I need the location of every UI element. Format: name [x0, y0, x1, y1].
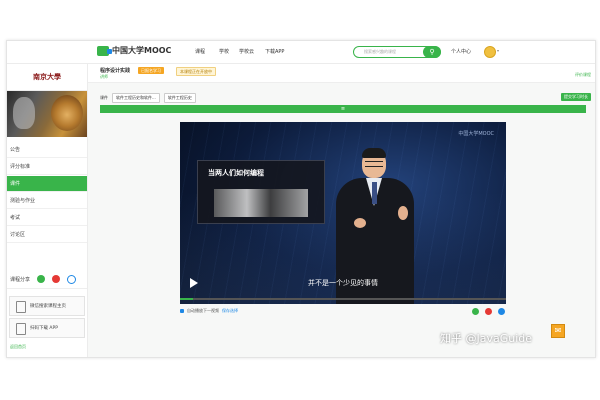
browser-frame: 中国大学MOOC 课程 学校 学校云 下载APP 搜索感兴趣的课程 ⚲ 个人中心… [6, 40, 596, 358]
presenter-left-hand [354, 218, 366, 228]
lesson-select[interactable]: 软件工程历史 [163, 93, 196, 103]
sidebar-item-announcement[interactable]: 公告 [7, 142, 87, 158]
course-title: 程序设计实践 [100, 68, 131, 74]
video-options: 自动播放下一视频 保存选择 [180, 308, 238, 314]
qq-icon[interactable] [498, 308, 505, 315]
nav-download-app[interactable]: 下载APP [265, 48, 284, 55]
presenter-right-hand [398, 206, 408, 220]
search-input[interactable]: 搜索感兴趣的课程 [364, 49, 396, 55]
rate-course-link[interactable]: 评价课程 [575, 72, 591, 78]
app-download-promo[interactable]: 扫码下载 APP [9, 318, 85, 338]
app-promo-label: 扫码下载 APP [30, 326, 58, 331]
logo-text: 中国大学MOOC [112, 46, 172, 55]
mooc-logo-icon [97, 45, 112, 56]
qq-share-icon[interactable] [67, 275, 76, 284]
video-subtitle: 并不是一个少见的事情 [308, 279, 378, 287]
slide-title: 当两人们如何编程 [208, 169, 264, 177]
sidebar-item-grading[interactable]: 评分标准 [7, 159, 87, 175]
zhihu-watermark: 知乎 @JavaGuide [440, 332, 533, 345]
avatar[interactable] [484, 46, 496, 58]
course-cover-image [7, 91, 87, 137]
course-share-row: 课程分享 [7, 270, 87, 289]
phone-icon [16, 301, 26, 313]
wechat-share-icon[interactable] [37, 275, 45, 283]
enrolled-badge: 已报名学习 [138, 67, 164, 74]
video-player[interactable]: 中国大学MOOC 当两人们如何编程 并不是一个少见的事情 [180, 122, 506, 304]
qr-code-icon [16, 323, 26, 335]
chapter-select[interactable]: 软件工程历史和软件... [112, 93, 160, 103]
search-box[interactable]: 搜索感兴趣的课程 ⚲ [353, 46, 441, 58]
presenter-glasses [365, 161, 383, 167]
school-logo[interactable]: 南京大學 [7, 64, 87, 91]
chevron-down-icon[interactable]: ▾ [497, 48, 499, 53]
cover-lion [51, 95, 83, 131]
top-navigation-bar: 中国大学MOOC 课程 学校 学校云 下载APP 搜索感兴趣的课程 ⚲ 个人中心… [7, 41, 595, 64]
main-content: 程序设计实践 讲师 已报名学习 本课程正在开放中 评价课程 课件 软件工程历史和… [88, 64, 595, 357]
autoplay-label: 自动播放下一视频 [187, 308, 219, 313]
sidebar-item-exam[interactable]: 考试 [7, 210, 87, 226]
video-watermark: 中国大学MOOC [458, 131, 494, 137]
presenter-hair [362, 148, 386, 158]
course-sidebar: 南京大學 公告 评分标准 课件 测验与作业 考试 讨论区 课程分享 微信搜索课程… [7, 64, 88, 357]
weibo-icon[interactable] [485, 308, 492, 315]
course-header: 程序设计实践 讲师 已报名学习 本课程正在开放中 评价课程 [88, 64, 595, 83]
share-label: 课程分享 [10, 277, 31, 283]
presenter-tie [372, 182, 377, 204]
submit-time-button[interactable]: 提交学习时长 [561, 93, 591, 101]
autoplay-checkbox[interactable] [180, 309, 184, 313]
wechat-icon[interactable] [472, 308, 479, 315]
site-logo[interactable]: 中国大学MOOC [97, 45, 171, 56]
wechat-promo-label: 微信搜索课程主页 [30, 304, 66, 309]
breadcrumb: 课件 软件工程历史和软件... 软件工程历史 [100, 93, 196, 103]
feedback-corner-icon[interactable]: ✉ [551, 324, 565, 338]
sidebar-item-courseware[interactable]: 课件 [7, 176, 87, 192]
open-status-badge: 本课程正在开放中 [176, 67, 216, 76]
weibo-share-icon[interactable] [52, 275, 60, 283]
course-teacher[interactable]: 讲师 [100, 74, 108, 80]
video-progress-fill [180, 298, 194, 300]
nav-school-cloud[interactable]: 学校云 [239, 48, 254, 55]
breadcrumb-prefix: 课件 [100, 95, 108, 100]
nav-schools[interactable]: 学校 [219, 48, 229, 55]
sidebar-item-quizzes[interactable]: 测验与作业 [7, 193, 87, 209]
video-progress-track[interactable] [180, 298, 506, 300]
save-choice-link[interactable]: 保存选择 [222, 308, 238, 314]
search-icon[interactable]: ⚲ [423, 46, 441, 58]
cover-portrait [13, 97, 35, 129]
lesson-progress-bar[interactable]: ≡ [100, 105, 586, 113]
slide-photo [214, 189, 308, 217]
sidebar-item-forum[interactable]: 讨论区 [7, 227, 87, 243]
back-link[interactable]: 返回首页 [10, 344, 26, 350]
wechat-promo[interactable]: 微信搜索课程主页 [9, 296, 85, 316]
slide-panel: 当两人们如何编程 [197, 160, 325, 224]
nav-courses[interactable]: 课程 [195, 48, 205, 55]
user-center-link[interactable]: 个人中心 [451, 48, 471, 55]
